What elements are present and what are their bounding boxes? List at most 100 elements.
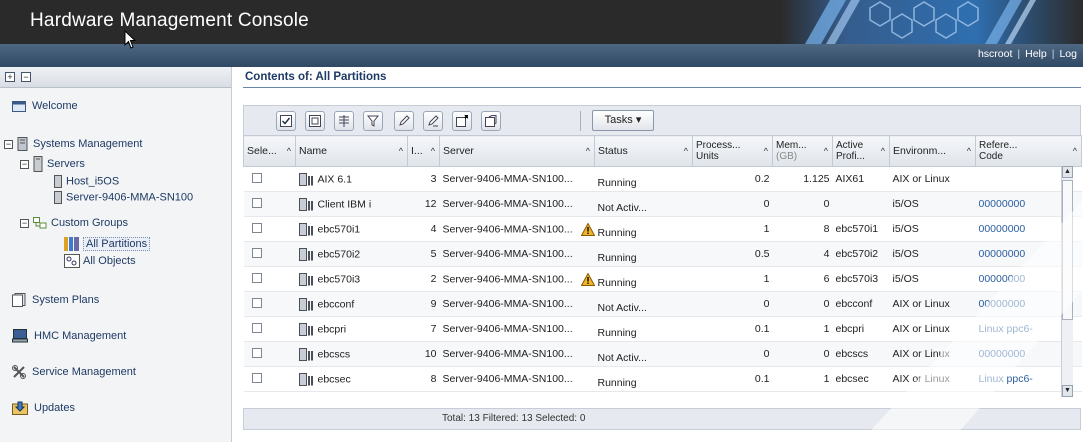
partition-name-cell[interactable]: ebcscs bbox=[295, 341, 408, 367]
partition-id: 12 bbox=[407, 191, 440, 217]
nav-updates[interactable]: Updates bbox=[12, 401, 75, 415]
table-row[interactable]: ebc570i1 4 Server-9406-MMA-SN100... Running… bbox=[243, 216, 1082, 242]
show-filter-row-button[interactable] bbox=[334, 111, 354, 131]
partition-name-cell[interactable]: ebcconf bbox=[295, 291, 408, 317]
partition-name-cell[interactable]: Client IBM i bbox=[295, 191, 408, 217]
sort-arrow-icon[interactable]: ^ bbox=[684, 146, 688, 156]
table-row[interactable]: ebcscs 10 Server-9406-MMA-SN100... Not Acti… bbox=[243, 341, 1082, 367]
deselect-all-button[interactable] bbox=[305, 111, 325, 131]
sort-arrow-icon[interactable]: ^ bbox=[764, 146, 768, 157]
table-row[interactable]: ebcsec 8 Server-9406-MMA-SN100... Running 0.… bbox=[243, 366, 1082, 392]
partition-name[interactable]: ebcscs bbox=[318, 348, 351, 360]
column-header-memory[interactable]: Mem... (GB) ^ bbox=[772, 135, 833, 167]
expand-all-icon[interactable]: + bbox=[5, 72, 15, 82]
table-row[interactable]: ebcconf 9 Server-9406-MMA-SN100... Not Acti… bbox=[243, 291, 1082, 317]
table-vertical-scrollbar[interactable]: ▲ ▼ bbox=[1061, 166, 1073, 397]
table-row[interactable]: ebcpri 7 Server-9406-MMA-SN100... Running 0.… bbox=[243, 316, 1082, 342]
environment: i5/OS bbox=[889, 266, 976, 292]
processing-units: 1 bbox=[692, 216, 773, 242]
environment: AIX or Linux bbox=[889, 291, 976, 317]
partition-name[interactable]: ebcsec bbox=[318, 373, 351, 385]
nav-server-host-i5os[interactable]: Host_i5OS bbox=[54, 175, 119, 188]
partition-name-cell[interactable]: ebc570i2 bbox=[295, 241, 408, 267]
scrollbar-thumb[interactable] bbox=[1062, 180, 1073, 320]
column-header-active-profile[interactable]: Active Profi... ^ bbox=[832, 135, 890, 167]
table-row[interactable]: Client IBM i 12 Server-9406-MMA-SN100... No… bbox=[243, 191, 1082, 217]
custom-groups-icon bbox=[33, 217, 47, 229]
partition-name-cell[interactable]: ebc570i1 bbox=[295, 216, 408, 242]
row-checkbox[interactable] bbox=[251, 272, 262, 283]
collapse-icon[interactable]: − bbox=[20, 159, 29, 169]
processing-units: 1 bbox=[692, 266, 773, 292]
row-checkbox[interactable] bbox=[251, 172, 262, 183]
sort-arrow-icon[interactable]: ^ bbox=[399, 146, 403, 156]
nav-all-objects[interactable]: All Objects bbox=[64, 254, 136, 268]
row-checkbox[interactable] bbox=[251, 197, 262, 208]
collapse-all-icon[interactable]: − bbox=[21, 72, 31, 82]
select-all-button[interactable] bbox=[276, 111, 296, 131]
sort-arrow-icon[interactable]: ^ bbox=[431, 146, 435, 156]
row-checkbox[interactable] bbox=[251, 297, 262, 308]
partition-name[interactable]: AIX 6.1 bbox=[318, 173, 352, 185]
column-header-server[interactable]: Server ^ bbox=[439, 135, 595, 167]
partition-icon bbox=[298, 222, 313, 236]
partition-name[interactable]: ebc570i1 bbox=[318, 223, 361, 235]
scroll-up-icon[interactable]: ▲ bbox=[1062, 166, 1073, 178]
nav-all-partitions[interactable]: All Partitions bbox=[64, 236, 151, 251]
mouse-pointer-icon bbox=[124, 30, 137, 49]
warning-icon[interactable] bbox=[580, 272, 595, 286]
column-config-button[interactable] bbox=[452, 111, 472, 131]
collapse-icon[interactable]: − bbox=[4, 139, 13, 149]
partition-name[interactable]: ebcconf bbox=[318, 298, 355, 310]
partition-name[interactable]: ebc570i3 bbox=[318, 273, 361, 285]
tasks-menu-button[interactable]: Tasks ▾ bbox=[592, 110, 654, 131]
sort-arrow-icon[interactable]: ^ bbox=[287, 146, 291, 156]
column-header-name[interactable]: Name ^ bbox=[295, 135, 408, 167]
partition-name-cell[interactable]: ebcsec bbox=[295, 366, 408, 392]
partition-name[interactable]: ebcpri bbox=[318, 323, 347, 335]
partition-name-cell[interactable]: ebcpri bbox=[295, 316, 408, 342]
nav-systems-management[interactable]: − Systems Management bbox=[4, 137, 142, 151]
nav-system-plans[interactable]: System Plans bbox=[12, 293, 99, 307]
partition-name[interactable]: Client IBM i bbox=[318, 198, 372, 210]
nav-server-9406[interactable]: Server-9406-MMA-SN100 bbox=[54, 191, 193, 204]
view-config-button[interactable] bbox=[481, 111, 501, 131]
server-name: Server-9406-MMA-SN100... bbox=[442, 373, 573, 385]
sort-arrow-icon[interactable]: ^ bbox=[967, 146, 971, 156]
partition-name-cell[interactable]: AIX 6.1 bbox=[295, 166, 408, 192]
table-row[interactable]: ebc570i2 5 Server-9406-MMA-SN100... Running… bbox=[243, 241, 1082, 267]
server-name: Server-9406-MMA-SN100... bbox=[442, 272, 573, 285]
column-header-select[interactable]: Sele... ^ bbox=[243, 135, 296, 167]
partition-name-cell[interactable]: ebc570i3 bbox=[295, 266, 408, 292]
sort-arrow-icon[interactable]: ^ bbox=[881, 146, 885, 157]
row-checkbox[interactable] bbox=[251, 322, 262, 333]
nav-custom-groups[interactable]: − Custom Groups bbox=[20, 217, 128, 229]
collapse-icon[interactable]: − bbox=[20, 218, 29, 228]
sort-arrow-icon[interactable]: ^ bbox=[586, 146, 590, 156]
sort-arrow-icon[interactable]: ^ bbox=[1073, 146, 1077, 157]
partition-name[interactable]: ebc570i2 bbox=[318, 248, 361, 260]
row-checkbox[interactable] bbox=[251, 247, 262, 258]
column-header-reference-code[interactable]: Refere... Code ^ bbox=[975, 135, 1082, 167]
column-header-id[interactable]: I... ^ bbox=[407, 135, 440, 167]
table-row[interactable]: ebc570i3 2 Server-9406-MMA-SN100... Running… bbox=[243, 266, 1082, 292]
help-link[interactable]: Help bbox=[1025, 48, 1047, 60]
clear-sort-button[interactable] bbox=[423, 111, 443, 131]
column-header-processing-units[interactable]: Process... Units ^ bbox=[692, 135, 773, 167]
sort-arrow-icon[interactable]: ^ bbox=[824, 146, 828, 157]
column-header-environment[interactable]: Environm... ^ bbox=[889, 135, 976, 167]
table-row[interactable]: AIX 6.1 3 Server-9406-MMA-SN100... Running 0… bbox=[243, 166, 1082, 192]
nav-servers[interactable]: − Servers bbox=[20, 156, 85, 172]
warning-icon[interactable] bbox=[580, 222, 595, 236]
edit-sort-button[interactable] bbox=[394, 111, 414, 131]
row-checkbox[interactable] bbox=[251, 347, 262, 358]
column-header-status[interactable]: Status ^ bbox=[594, 135, 693, 167]
row-checkbox[interactable] bbox=[251, 222, 262, 233]
row-checkbox[interactable] bbox=[251, 372, 262, 383]
logoff-link[interactable]: Log bbox=[1059, 48, 1077, 60]
nav-hmc-management[interactable]: HMC Management bbox=[12, 329, 126, 343]
nav-service-management[interactable]: Service Management bbox=[12, 365, 136, 379]
scroll-down-icon[interactable]: ▼ bbox=[1062, 385, 1073, 397]
nav-welcome[interactable]: Welcome bbox=[12, 100, 78, 112]
edit-filter-button[interactable] bbox=[363, 111, 383, 131]
